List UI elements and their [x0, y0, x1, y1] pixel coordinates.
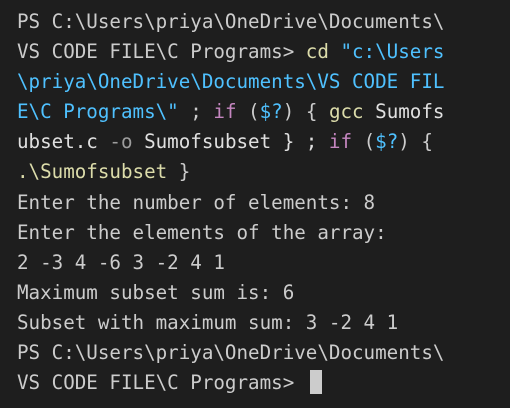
terminal-text-segment: "c:\Users	[328, 40, 445, 64]
terminal-text-segment: gcc	[328, 100, 364, 124]
terminal-text-segment: ) {	[398, 130, 433, 154]
terminal-text-segment: ) {	[282, 100, 329, 124]
terminal-text-segment: Enter the elements of the array:	[17, 220, 387, 244]
terminal-text-segment: ;	[178, 100, 214, 124]
terminal-text-segment: cd	[305, 40, 329, 64]
terminal-text-segment: ubset.c	[17, 130, 98, 154]
terminal-text-segment: }	[167, 160, 191, 184]
terminal-text-segment: -o	[97, 130, 133, 154]
terminal-text-segment: if	[328, 130, 353, 154]
terminal-text-segment: Subset with maximum sum: 3 -2 4 1	[17, 310, 399, 334]
terminal-text-segment: E\C Programs\"	[17, 100, 179, 124]
terminal-text-segment: Sumofsubset } ;	[132, 130, 329, 154]
terminal-line: PS C:\Users\priya\OneDrive\Documents\	[17, 7, 510, 37]
terminal-text-segment: \priya\OneDrive\Documents\VS CODE FIL	[17, 70, 445, 94]
terminal-line: Enter the elements of the array:	[17, 218, 510, 248]
terminal-cursor	[309, 370, 322, 395]
terminal-text-segment: VS CODE FILE\C Programs>	[17, 371, 306, 395]
terminal-text-segment: $?	[259, 100, 283, 124]
terminal-line: VS CODE FILE\C Programs> cd "c:\Users	[17, 37, 510, 67]
terminal-line: Enter the number of elements: 8	[17, 188, 510, 218]
terminal-text-segment: (	[352, 130, 376, 154]
terminal-text-segment: PS C:\Users\priya\OneDrive\Documents\	[17, 341, 445, 365]
terminal-line: \priya\OneDrive\Documents\VS CODE FIL	[17, 67, 510, 97]
terminal-text-segment: Maximum subset sum is: 6	[17, 280, 295, 304]
terminal-line: E\C Programs\" ; if ($?) { gcc Sumofs	[17, 97, 510, 127]
terminal-line: .\Sumofsubset }	[17, 157, 510, 187]
terminal-text-segment: if	[213, 100, 237, 124]
terminal-line: Maximum subset sum is: 6	[17, 278, 510, 308]
terminal-line: 2 -3 4 -6 3 -2 4 1	[17, 248, 510, 278]
terminal-text-segment: Sumofs	[363, 100, 445, 124]
terminal-line: ubset.c -o Sumofsubset } ; if ($?) {	[17, 127, 510, 157]
terminal-panel[interactable]: PS C:\Users\priya\OneDrive\Documents\ VS …	[0, 0, 510, 408]
terminal-text-segment: $?	[375, 130, 399, 154]
terminal-text-segment: VS CODE FILE\C Programs>	[17, 40, 306, 64]
terminal-line: PS C:\Users\priya\OneDrive\Documents\	[17, 338, 510, 368]
terminal-text-segment: Enter the number of elements: 8	[17, 190, 376, 214]
terminal-line: VS CODE FILE\C Programs>	[17, 368, 510, 398]
terminal-line: Subset with maximum sum: 3 -2 4 1	[17, 308, 510, 338]
terminal-text-segment: PS C:\Users\priya\OneDrive\Documents\	[17, 10, 445, 33]
terminal-text-segment: 2 -3 4 -6 3 -2 4 1	[17, 250, 225, 274]
terminal-text-segment: .\Sumofsubset	[17, 160, 168, 184]
terminal-text-segment: (	[236, 100, 260, 124]
